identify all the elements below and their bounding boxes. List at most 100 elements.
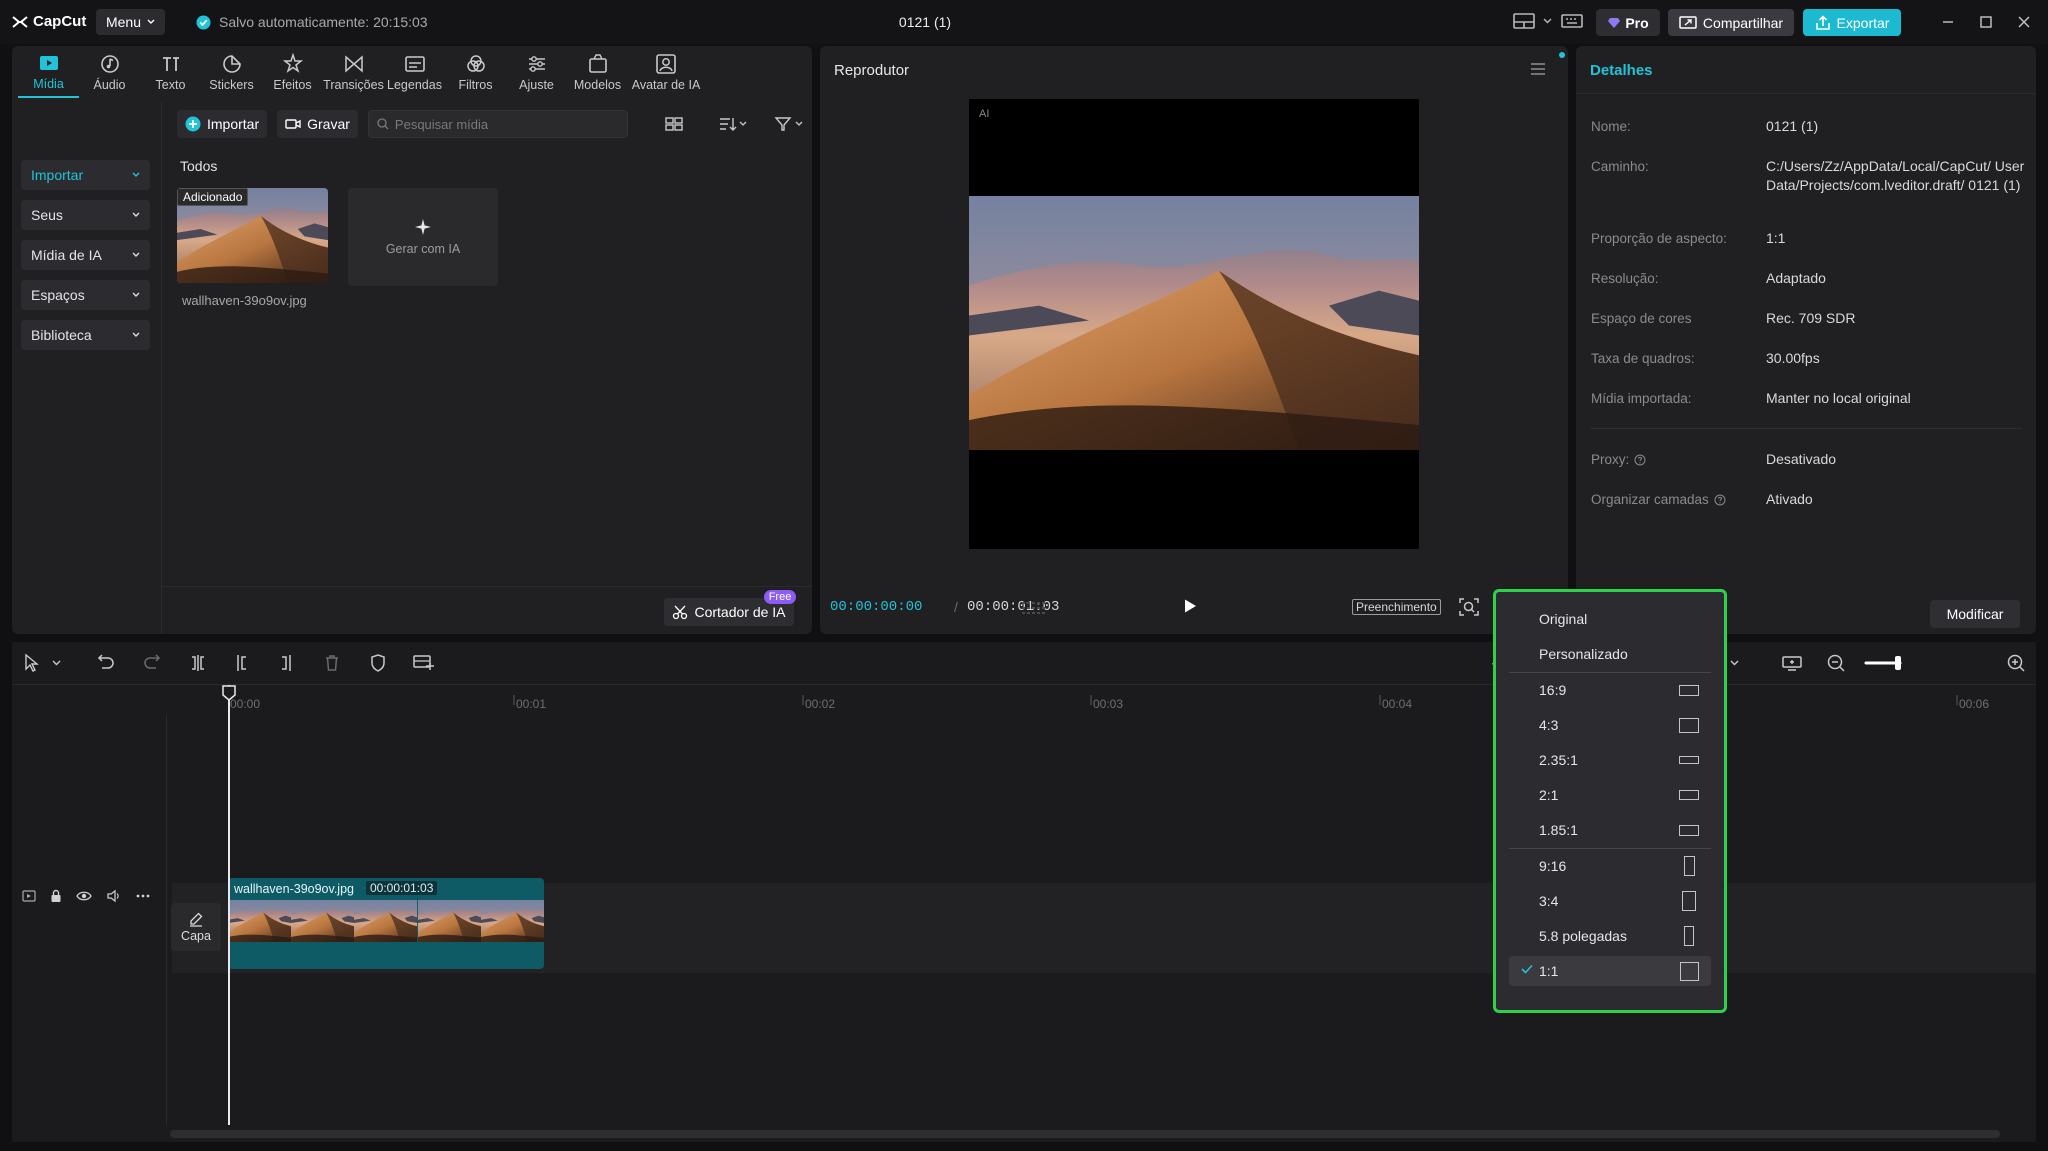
ratio-option-16-9[interactable]: 16:9: [1509, 675, 1711, 705]
nav-item-ai-media[interactable]: Mídia de IA: [21, 240, 150, 270]
eye-icon[interactable]: [76, 890, 92, 902]
tab-label: Mídia: [33, 76, 64, 91]
redo-icon[interactable]: [142, 653, 162, 673]
chevron-down-icon: [132, 332, 140, 337]
import-button[interactable]: Importar: [177, 110, 268, 138]
ratio-option-1-85-1[interactable]: 1.85:1: [1509, 815, 1711, 845]
media-crop-icon[interactable]: [412, 653, 436, 673]
help-icon[interactable]: [1714, 494, 1726, 506]
trim-left-icon[interactable]: [232, 653, 252, 673]
filter-all-label[interactable]: Todos: [180, 158, 217, 174]
split-icon[interactable]: [188, 653, 208, 673]
ratio-option-2-1[interactable]: 2:1: [1509, 780, 1711, 810]
tab-stickers[interactable]: Stickers: [201, 46, 262, 98]
close-icon[interactable]: [2012, 10, 2036, 34]
nav-item-spaces[interactable]: Espaços: [21, 280, 150, 310]
tab-label: Áudio: [93, 77, 126, 92]
trim-right-icon[interactable]: [276, 653, 296, 673]
pro-button[interactable]: Pro: [1596, 9, 1660, 36]
keyboard-icon[interactable]: [1561, 11, 1583, 31]
export-button[interactable]: Exportar: [1803, 9, 1901, 36]
fill-mode-button[interactable]: Preenchimento: [1352, 599, 1441, 615]
generate-ai-label: Gerar com IA: [385, 242, 461, 256]
generate-ai-button[interactable]: Gerar com IA: [348, 188, 498, 286]
preview-canvas[interactable]: AI: [969, 99, 1419, 549]
layout-icon[interactable]: [1513, 11, 1535, 31]
ratio-option-1-1[interactable]: 1:1: [1509, 956, 1711, 986]
playhead-handle[interactable]: [222, 685, 236, 701]
nav-item-import[interactable]: Importar: [21, 160, 150, 190]
timeline-area[interactable]: 00:00 00:01 00:02 00:03 00:04 00:06 Capa…: [12, 684, 2036, 1142]
undo-icon[interactable]: [96, 653, 116, 673]
plus-circle-icon: [185, 116, 201, 132]
search-input[interactable]: Pesquisar mídia: [367, 110, 628, 138]
filter-icon: [466, 54, 485, 72]
pro-label: Pro: [1625, 14, 1649, 31]
chevron-down-icon[interactable]: [1543, 18, 1552, 24]
play-button[interactable]: [1182, 598, 1198, 614]
zoom-slider[interactable]: [1864, 656, 1904, 670]
video-clip[interactable]: wallhaven-39o9ov.jpg 00:00:01:03: [228, 878, 544, 969]
modify-button[interactable]: Modificar: [1930, 600, 2020, 628]
speaker-icon[interactable]: [106, 889, 122, 903]
grid-view-icon[interactable]: [664, 115, 684, 133]
tab-adjust[interactable]: Ajuste: [506, 46, 567, 98]
lock-icon[interactable]: [50, 889, 62, 903]
ratio-label: 16:9: [1539, 682, 1567, 698]
tab-media[interactable]: Mídia: [18, 46, 79, 98]
zoom-in-icon[interactable]: [2006, 653, 2026, 673]
zoom-fit-icon[interactable]: [1458, 597, 1480, 617]
media-thumbnail[interactable]: Adicionado: [177, 188, 328, 283]
record-button[interactable]: Gravar: [277, 110, 358, 138]
chevron-down-icon[interactable]: [1730, 660, 1739, 666]
nav-item-yours[interactable]: Seus: [21, 200, 150, 230]
preview-axis-icon[interactable]: [1780, 653, 1804, 673]
tab-effects[interactable]: Efeitos: [262, 46, 323, 98]
tab-templates[interactable]: Modelos: [567, 46, 628, 98]
ratio-option-5-8-inch[interactable]: 5.8 polegadas: [1509, 921, 1711, 951]
more-icon[interactable]: [136, 894, 150, 898]
timeline-scrollbar[interactable]: [170, 1130, 2000, 1138]
sparkle-icon: [415, 219, 431, 235]
tab-ai-avatar[interactable]: Avatar de IA: [628, 46, 704, 98]
playhead[interactable]: [228, 685, 230, 1125]
maximize-icon[interactable]: [1974, 10, 1998, 34]
filter-funnel-icon[interactable]: [774, 115, 804, 133]
detail-label: Proporção de aspecto:: [1591, 231, 1727, 246]
tab-text[interactable]: Texto: [140, 46, 201, 98]
aspect-ratio-dropdown: Original Personalizado 16:9 4:3 2.35:1 2…: [1493, 589, 1727, 1013]
hamburger-menu-icon[interactable]: [1530, 62, 1546, 76]
menu-button[interactable]: Menu: [96, 9, 165, 35]
ratio-option-original[interactable]: Original: [1509, 604, 1711, 634]
ratio-option-9-16[interactable]: 9:16: [1509, 851, 1711, 881]
minimize-icon[interactable]: [1936, 10, 1960, 34]
ratio-option-2-35-1[interactable]: 2.35:1: [1509, 745, 1711, 775]
tab-captions[interactable]: Legendas: [384, 46, 445, 98]
delete-icon[interactable]: [322, 653, 342, 673]
nav-item-label: Biblioteca: [31, 327, 92, 343]
share-button[interactable]: Compartilhar: [1668, 9, 1794, 36]
cover-button[interactable]: Capa: [171, 903, 221, 951]
tab-label: Transições: [323, 77, 384, 92]
chevron-down-icon[interactable]: [52, 660, 61, 666]
ratio-option-3-4[interactable]: 3:4: [1509, 886, 1711, 916]
chevron-down-icon: [132, 292, 140, 297]
detail-value: Rec. 709 SDR: [1766, 310, 1856, 326]
ratio-label: 4:3: [1539, 717, 1559, 733]
capcut-logo-icon: [12, 15, 28, 28]
sort-icon[interactable]: [718, 115, 748, 133]
shield-icon[interactable]: [368, 653, 388, 673]
ratio-option-4-3[interactable]: 4:3: [1509, 710, 1711, 740]
tab-transitions[interactable]: Transições: [323, 46, 384, 98]
tab-audio[interactable]: Áudio: [79, 46, 140, 98]
tab-filters[interactable]: Filtros: [445, 46, 506, 98]
help-icon[interactable]: [1634, 454, 1646, 466]
waveform-icon[interactable]: [1020, 600, 1048, 616]
nav-item-library[interactable]: Biblioteca: [21, 320, 150, 350]
ratio-option-custom[interactable]: Personalizado: [1509, 639, 1711, 669]
select-cursor-icon[interactable]: [22, 653, 42, 673]
detail-label: Resolução:: [1591, 271, 1659, 286]
zoom-out-icon[interactable]: [1826, 653, 1846, 673]
portrait-ratio-icon: [1684, 856, 1695, 876]
clip-frame: [291, 900, 355, 942]
